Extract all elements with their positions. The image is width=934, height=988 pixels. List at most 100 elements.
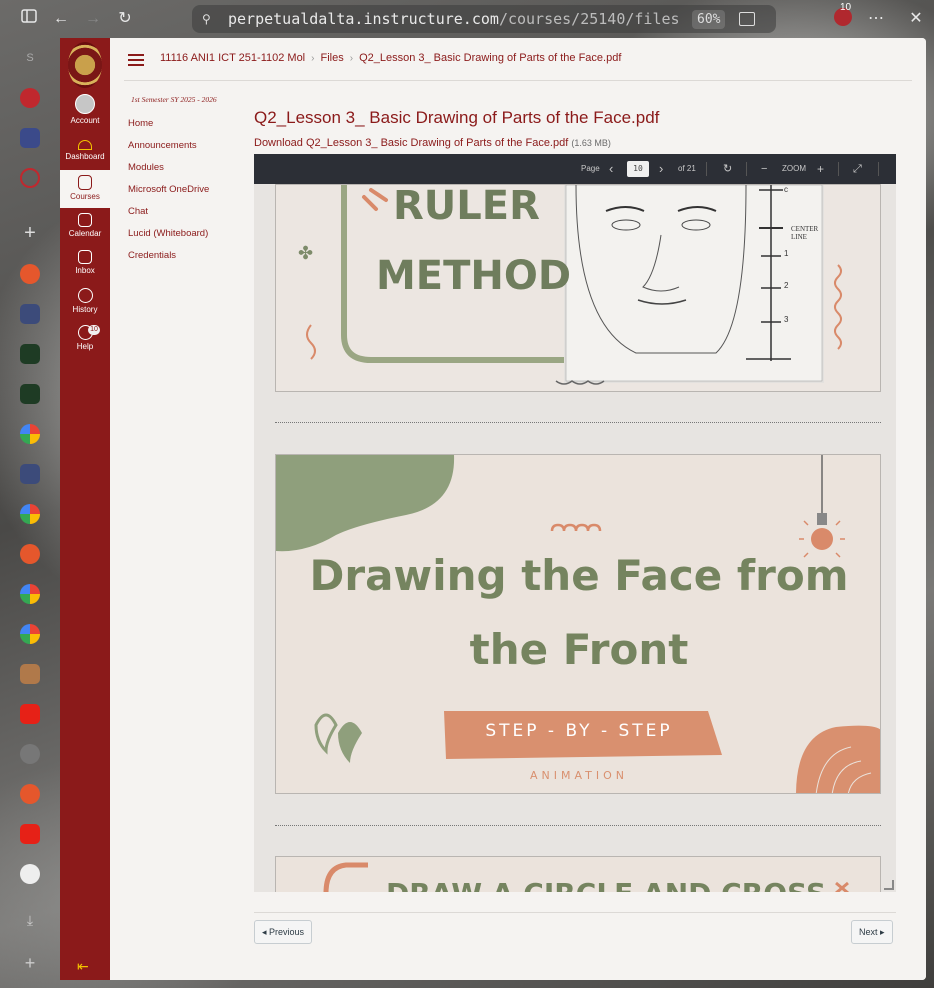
fullscreen-icon[interactable]: ⤢ [853, 154, 862, 184]
zoom-in-icon[interactable]: + [817, 154, 824, 184]
back-arrow-icon[interactable]: ← [50, 8, 72, 30]
slide-title: DRAW A CIRCLE AND CROSS [386, 877, 826, 892]
extension-icon[interactable]: 10 [834, 2, 852, 26]
slide-illustration: ✤ [298, 185, 842, 385]
slide-banner: STEP - BY - STEP [485, 721, 673, 741]
nav-label: Inbox [75, 266, 95, 275]
breadcrumb-course[interactable]: 11116 ANI1 ICT 251-1102 Mol [160, 52, 305, 64]
reddit-icon[interactable] [20, 264, 40, 284]
nav-label: History [72, 305, 98, 314]
add-icon[interactable]: + [20, 954, 40, 974]
nav-help[interactable]: 10 Help [60, 325, 110, 353]
site-info-icon[interactable]: ⚲ [202, 12, 220, 26]
app-tab-icon[interactable] [20, 344, 40, 364]
pdf-page: Drawing the Face from the Front STEP - B… [275, 454, 881, 794]
todoist-icon[interactable] [20, 88, 40, 108]
nav-history[interactable]: History [60, 288, 110, 316]
toolbar-divider [878, 162, 879, 176]
next-page-icon[interactable]: › [659, 154, 663, 184]
reddit-icon[interactable] [20, 784, 40, 804]
sidebar-toggle-icon[interactable] [18, 8, 40, 30]
page-number-input[interactable]: 10 [627, 161, 649, 177]
prev-page-icon[interactable]: ‹ [609, 154, 613, 184]
browser-toolbar: ← → ↻ ⚲ perpetualdalta.instructure.com/c… [0, 0, 934, 38]
app-tab-icon[interactable] [20, 464, 40, 484]
zoom-indicator[interactable]: 60% [692, 9, 726, 29]
reddit-icon[interactable] [20, 544, 40, 564]
svg-text:✤: ✤ [298, 243, 313, 264]
page-divider [275, 825, 881, 826]
app-tab-icon[interactable] [20, 304, 40, 324]
nav-courses[interactable]: Courses [60, 170, 110, 208]
course-nav-chat[interactable]: Chat [128, 206, 209, 228]
course-nav-onedrive[interactable]: Microsoft OneDrive [128, 184, 209, 206]
nav-label: Account [70, 116, 100, 125]
youtube-icon[interactable] [20, 824, 40, 844]
slide-title: the Front [469, 625, 689, 674]
semester-label: 1st Semester SY 2025 - 2026 [131, 95, 217, 104]
course-nav-credentials[interactable]: Credentials [128, 250, 209, 272]
url-text[interactable]: perpetualdalta.instructure.com/courses/2… [228, 10, 688, 28]
page-label: Page [581, 164, 600, 173]
next-button[interactable]: Next ▸ [851, 920, 893, 944]
resize-handle[interactable] [884, 880, 894, 890]
downloads-icon[interactable]: ⤓ [20, 912, 40, 932]
ruler-tick-label: 2 [784, 281, 789, 290]
nav-dashboard[interactable]: Dashboard [60, 140, 110, 166]
download-link[interactable]: Download Q2_Lesson 3_ Basic Drawing of P… [254, 137, 611, 149]
chevron-right-icon: › [349, 52, 354, 64]
address-bar[interactable]: ⚲ perpetualdalta.instructure.com/courses… [192, 5, 776, 33]
google-icon[interactable] [20, 584, 40, 604]
slide-subtitle: ANIMATION [529, 769, 628, 782]
slide-heading: METHOD [376, 253, 572, 299]
chevron-right-icon: › [311, 52, 315, 64]
github-icon[interactable] [20, 864, 40, 884]
canvas-tab-icon[interactable] [20, 168, 40, 188]
browser-tab-dock: S + ⤓ + [0, 38, 60, 988]
google-icon[interactable] [20, 624, 40, 644]
reload-icon[interactable]: ↻ [114, 8, 136, 30]
youtube-icon[interactable] [20, 704, 40, 724]
collapse-nav-icon[interactable]: ⇤ [77, 958, 89, 975]
nav-inbox[interactable]: Inbox [60, 250, 110, 278]
new-tab-icon[interactable]: + [20, 223, 40, 244]
app-tab-icon[interactable] [20, 384, 40, 404]
page-count: of 21 [678, 164, 696, 173]
app-tab-icon[interactable] [20, 128, 40, 148]
file-size: (1.63 MB) [571, 138, 611, 148]
calendar-icon [78, 213, 92, 227]
school-logo[interactable] [68, 42, 102, 88]
slide-heading: RULER [393, 184, 540, 229]
nav-label: Help [76, 342, 94, 351]
global-navigation: Account Dashboard Courses Calendar Inbox… [60, 38, 110, 980]
avatar [75, 94, 95, 114]
download-label[interactable]: Download Q2_Lesson 3_ Basic Drawing of P… [254, 137, 568, 149]
close-icon[interactable]: ✕ [905, 8, 927, 30]
previous-button[interactable]: ◂ Previous [254, 920, 313, 944]
breadcrumb-file[interactable]: Q2_Lesson 3_ Basic Drawing of Parts of t… [359, 52, 621, 64]
zoom-out-icon[interactable]: − [761, 154, 767, 184]
breadcrumb-files[interactable]: Files [320, 52, 343, 64]
google-icon[interactable] [20, 424, 40, 444]
dashboard-icon [78, 140, 92, 150]
course-nav-home[interactable]: Home [128, 118, 209, 140]
course-nav-announcements[interactable]: Announcements [128, 140, 209, 162]
pdf-viewer[interactable]: Page ‹ 10 › of 21 ↻ − ZOOM + ⤢ ✤ RULER M… [254, 154, 896, 892]
nav-account[interactable]: Account [60, 94, 110, 130]
rotate-icon[interactable]: ↻ [723, 154, 732, 184]
google-icon[interactable] [20, 504, 40, 524]
app-tab-icon[interactable] [20, 664, 40, 684]
course-nav-modules[interactable]: Modules [128, 162, 209, 184]
hamburger-menu-icon[interactable] [128, 54, 144, 66]
nav-calendar[interactable]: Calendar [60, 213, 110, 241]
tab-icon[interactable]: S [20, 52, 40, 72]
reader-view-icon[interactable] [739, 12, 756, 26]
app-tab-icon[interactable] [20, 744, 40, 764]
zoom-label: ZOOM [782, 164, 806, 173]
more-menu-icon[interactable]: ⋯ [865, 8, 887, 30]
nav-label: Calendar [68, 229, 102, 238]
toolbar-divider [746, 162, 747, 176]
course-nav-lucid[interactable]: Lucid (Whiteboard) [128, 228, 209, 250]
forward-arrow-icon[interactable]: → [82, 8, 104, 30]
help-badge: 10 [88, 325, 100, 335]
